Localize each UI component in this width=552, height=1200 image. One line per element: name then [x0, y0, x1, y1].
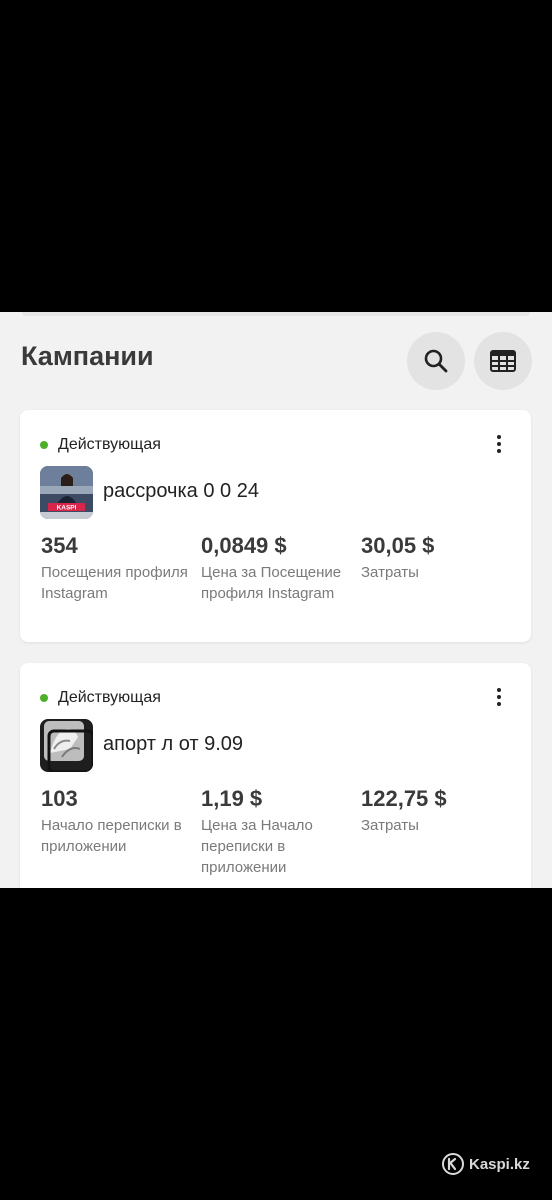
thumbnail-logo-text: KASPI — [57, 505, 77, 512]
metric-label: Затраты — [361, 564, 419, 581]
kaspi-logo-icon — [442, 1153, 464, 1175]
status-dot — [40, 441, 48, 449]
campaign-name: рассрочка 0 0 24 — [103, 480, 259, 502]
metric-label: Цена за Начало переписки в приложении — [201, 817, 313, 876]
table-icon — [490, 350, 516, 372]
more-dot — [497, 442, 501, 446]
top-divider — [22, 312, 530, 316]
more-options-button[interactable] — [487, 432, 511, 456]
metric-cost-per-result: 1,19 $ Цена за Начало переписки в прилож… — [201, 785, 351, 878]
watermark-text: Kaspi.kz — [469, 1155, 530, 1173]
status-text: Действующая — [58, 689, 161, 706]
search-icon — [424, 349, 448, 373]
more-dot — [497, 435, 501, 439]
campaigns-panel: Кампании Действующая KASPI рассрочка 0 0… — [0, 312, 552, 888]
more-options-button[interactable] — [487, 685, 511, 709]
campaign-card[interactable]: Действующая KASPI рассрочка 0 0 24 354 П… — [20, 410, 531, 642]
metric-label: Начало переписки в приложении — [41, 817, 182, 855]
status-text: Действующая — [58, 436, 161, 453]
metric-cost-per-result: 0,0849 $ Цена за Посещение профиля Insta… — [201, 532, 351, 604]
metric-value: 103 — [41, 786, 78, 811]
campaign-thumbnail: KASPI — [40, 466, 93, 519]
status-dot — [40, 694, 48, 702]
more-dot — [497, 695, 501, 699]
metric-spend: 30,05 $ Затраты — [361, 532, 511, 583]
table-view-button[interactable] — [474, 332, 532, 390]
metric-label: Посещения профиля Instagram — [41, 564, 188, 602]
search-button[interactable] — [407, 332, 465, 390]
page-title: Кампании — [21, 341, 154, 371]
metric-value: 0,0849 $ — [201, 533, 287, 558]
campaign-thumbnail — [40, 719, 93, 772]
metric-results: 103 Начало переписки в приложении — [41, 785, 191, 857]
more-dot — [497, 702, 501, 706]
metric-value: 1,19 $ — [201, 786, 263, 811]
watermark: Kaspi.kz — [442, 1153, 530, 1175]
more-dot — [497, 449, 501, 453]
campaign-card[interactable]: Действующая апорт л от 9.09 103 Начало п… — [20, 663, 531, 888]
campaign-name: апорт л от 9.09 — [103, 733, 244, 755]
metric-label: Цена за Посещение профиля Instagram — [201, 564, 342, 602]
metric-spend: 122,75 $ Затраты — [361, 785, 511, 836]
more-dot — [497, 688, 501, 692]
metric-value: 354 — [41, 533, 78, 558]
campaign-status: Действующая — [40, 689, 161, 707]
campaign-status: Действующая — [40, 436, 161, 454]
metric-label: Затраты — [361, 817, 419, 834]
screen: Кампании Действующая KASPI рассрочка 0 0… — [0, 0, 552, 1200]
metric-results: 354 Посещения профиля Instagram — [41, 532, 191, 604]
metric-value: 122,75 $ — [361, 786, 447, 811]
metric-value: 30,05 $ — [361, 533, 435, 558]
